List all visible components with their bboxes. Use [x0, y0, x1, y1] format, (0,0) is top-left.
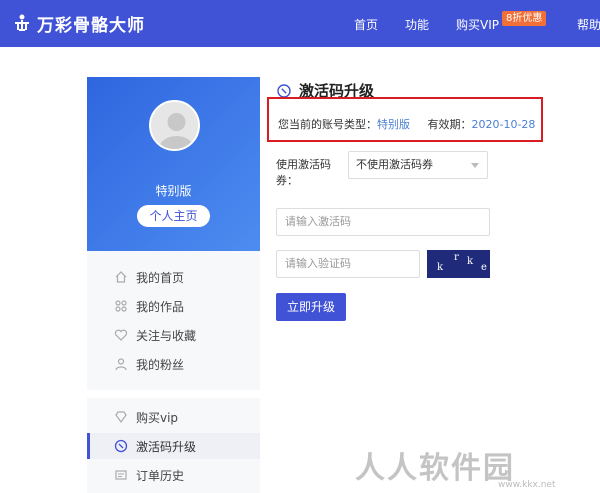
sidebar-item-my-works[interactable]: 我的作品 — [87, 293, 260, 319]
chevron-down-icon — [471, 163, 479, 168]
promo-badge[interactable]: 8折优惠 — [502, 11, 547, 26]
sidebar-item-label: 我的作品 — [136, 299, 185, 314]
order-icon — [114, 468, 128, 482]
sidebar-item-follow-favorites[interactable]: 关注与收藏 — [87, 322, 260, 348]
home-icon — [114, 270, 128, 284]
sidebar-item-my-home[interactable]: 我的首页 — [87, 264, 260, 290]
captcha-char: k — [467, 256, 474, 267]
nav-help[interactable]: 帮助 — [577, 16, 600, 33]
sidebar-item-label: 我的粉丝 — [136, 357, 185, 372]
activation-icon — [277, 83, 291, 98]
captcha-image[interactable]: k r k e — [427, 250, 490, 278]
logo[interactable]: 万彩骨骼大师 — [11, 11, 145, 36]
grid-icon — [114, 299, 128, 313]
activation-code-placeholder: 请输入激活码 — [285, 215, 351, 228]
account-info: 您当前的账号类型：特别版 有效期：2020-10-28 — [278, 116, 535, 132]
watermark-url: www.kkx.net — [498, 480, 556, 490]
account-type-value: 特别版 — [377, 118, 410, 131]
coupon-select-value: 不使用激活码券 — [356, 158, 433, 171]
captcha-placeholder: 请输入验证码 — [285, 257, 351, 270]
username: 特别版 — [155, 184, 192, 198]
nav-features[interactable]: 功能 — [405, 16, 429, 33]
captcha-char: k — [437, 262, 444, 273]
nav-buy-vip[interactable]: 购买VIP — [456, 16, 499, 33]
sidebar-item-label: 激活码升级 — [136, 439, 197, 454]
captcha-char: r — [454, 252, 459, 263]
logo-text: 万彩骨骼大师 — [37, 16, 145, 36]
upgrade-now-button[interactable]: 立即升级 — [276, 293, 346, 321]
avatar-placeholder-icon — [151, 102, 198, 149]
sidebar-divider — [87, 390, 260, 398]
captcha-input[interactable]: 请输入验证码 — [276, 250, 420, 278]
coupon-select[interactable]: 不使用激活码券 — [348, 151, 488, 179]
sidebar-item-buy-vip[interactable]: 购买vip — [87, 404, 260, 430]
sidebar-item-order-history[interactable]: 订单历史 — [87, 462, 260, 488]
skeleton-logo-icon — [15, 14, 29, 31]
expiry-label: 有效期： — [427, 118, 472, 131]
sidebar-item-my-fans[interactable]: 我的粉丝 — [87, 351, 260, 377]
captcha-char: e — [481, 262, 487, 273]
sidebar-item-label: 购买vip — [136, 410, 179, 425]
top-nav-bar: 万彩骨骼大师 首页 功能 购买VIP 8折优惠 帮助 — [0, 0, 600, 47]
sidebar-item-label: 关注与收藏 — [136, 328, 197, 343]
profile-card: 特别版 个人主页 — [87, 77, 260, 251]
sidebar-item-label: 我的首页 — [136, 270, 185, 285]
coupon-label: 使用激活码券： — [276, 158, 331, 187]
nav-home[interactable]: 首页 — [354, 16, 378, 33]
user-icon — [114, 357, 128, 371]
sidebar-item-activation-upgrade[interactable]: 激活码升级 — [87, 433, 260, 459]
expiry-value: 2020-10-28 — [471, 118, 536, 131]
avatar[interactable] — [149, 100, 200, 151]
diamond-icon — [114, 410, 128, 424]
profile-home-button[interactable]: 个人主页 — [137, 205, 210, 227]
account-type-label: 您当前的账号类型： — [278, 118, 377, 131]
sidebar-item-label: 订单历史 — [136, 468, 185, 483]
activation-icon — [114, 439, 128, 453]
watermark-text: 人人软件园 — [355, 451, 515, 486]
activation-code-input[interactable]: 请输入激活码 — [276, 208, 490, 236]
heart-icon — [114, 328, 128, 342]
sidebar: 特别版 个人主页 我的首页 我的作品 关注与收藏 我的粉丝 购买vip 激活码升… — [87, 77, 260, 493]
